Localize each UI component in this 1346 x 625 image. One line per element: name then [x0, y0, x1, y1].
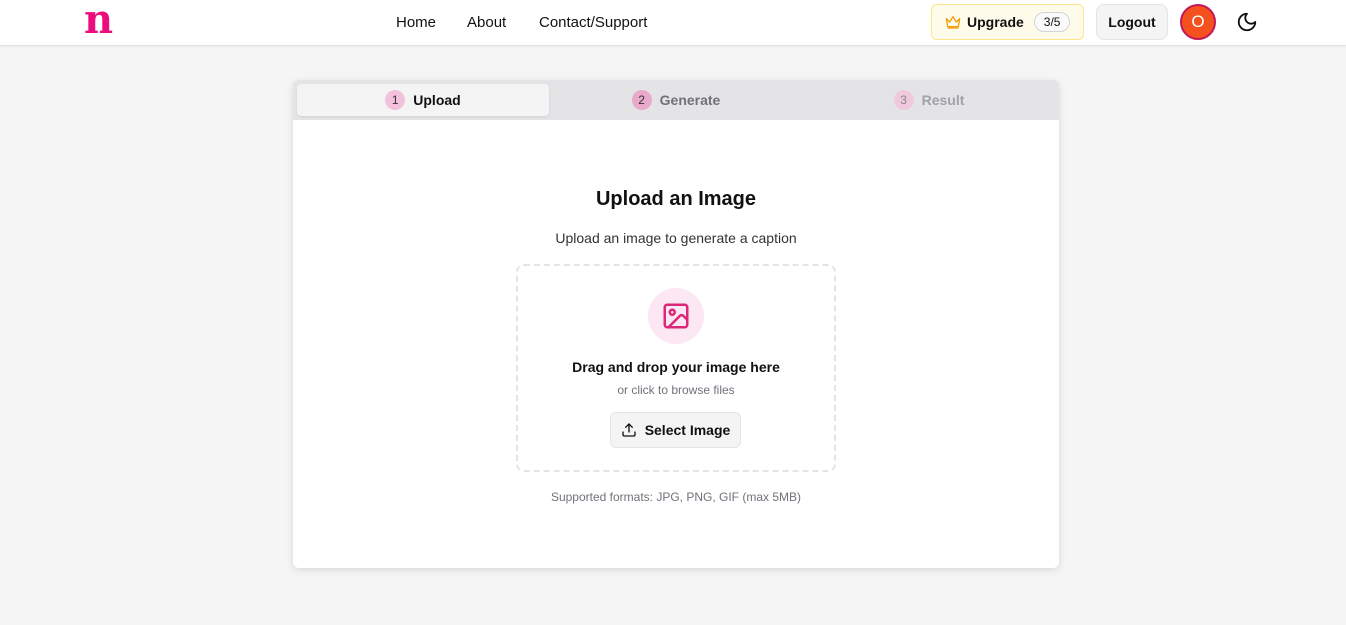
tab-label: Generate — [659, 92, 721, 108]
select-image-button[interactable]: Select Image — [610, 412, 741, 448]
crown-icon — [945, 14, 961, 30]
tab-label: Upload — [413, 92, 461, 108]
tab-label: Result — [921, 92, 965, 108]
upgrade-button[interactable]: Upgrade 3/5 — [931, 4, 1084, 40]
step-number: 3 — [893, 90, 914, 110]
image-icon-badge — [648, 288, 704, 344]
page-title: Upload an Image — [595, 188, 757, 210]
moon-icon[interactable] — [1236, 11, 1258, 33]
usage-count-badge: 3/5 — [1033, 12, 1071, 32]
logout-button[interactable]: Logout — [1096, 4, 1168, 40]
upgrade-label: Upgrade — [967, 14, 1024, 30]
step-tabs: 1 Upload 2 Generate 3 Result — [293, 80, 1059, 120]
supported-formats-note: Supported formats: JPG, PNG, GIF (max 5M… — [550, 490, 802, 504]
image-dropzone[interactable]: Drag and drop your image here or click t… — [516, 264, 836, 472]
image-icon — [663, 303, 689, 329]
step-number: 2 — [631, 90, 652, 110]
upload-card: 1 Upload 2 Generate 3 Result Upload an I… — [293, 80, 1059, 568]
nav-home-link[interactable]: Home — [396, 14, 436, 32]
logo[interactable]: n — [84, 0, 113, 40]
upload-icon — [622, 423, 636, 437]
dropzone-title: Drag and drop your image here — [572, 359, 780, 375]
tab-result[interactable]: 3 Result — [803, 84, 1055, 116]
nav-contact-link[interactable]: Contact/Support — [539, 14, 647, 32]
step-number: 1 — [385, 90, 406, 110]
nav-about-link[interactable]: About — [467, 14, 506, 32]
tab-generate[interactable]: 2 Generate — [550, 84, 802, 116]
tab-upload[interactable]: 1 Upload — [297, 84, 549, 116]
page-subtitle: Upload an image to generate a caption — [555, 230, 797, 246]
select-image-label: Select Image — [644, 422, 731, 438]
dropzone-subtitle: or click to browse files — [617, 383, 735, 397]
top-header: n Home About Contact/Support Upgrade 3/5… — [0, 0, 1346, 46]
avatar[interactable]: O — [1180, 4, 1216, 40]
